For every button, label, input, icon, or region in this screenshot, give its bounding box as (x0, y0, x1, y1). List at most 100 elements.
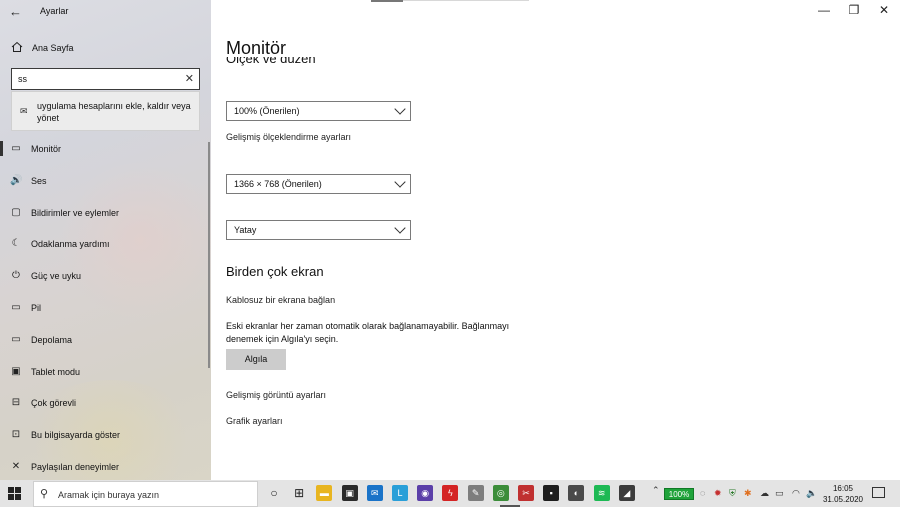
sidebar-item-label: Ses (31, 175, 47, 186)
wifi-icon[interactable]: ◠ (792, 488, 800, 499)
search-icon: ⚲ (40, 488, 49, 500)
l-app-icon[interactable]: L (392, 485, 408, 501)
cloud-icon[interactable]: ☁ (760, 488, 769, 499)
misc-app-icon[interactable]: ◢ (618, 485, 635, 501)
settings-search-input[interactable]: ss ✕ (11, 68, 200, 90)
clear-search-icon[interactable]: ✕ (185, 72, 194, 85)
tray-puzzle-icon[interactable]: ✱ (744, 488, 752, 499)
tray-battery-icon[interactable]: ▭ (775, 488, 784, 499)
scale-layout-heading: Ölçek ve düzen (226, 57, 316, 66)
chevron-down-icon (394, 103, 406, 115)
tray-overflow-chevron-icon[interactable]: ⌃ (652, 485, 660, 496)
sidebar-item-pil[interactable]: ▭ Pil (0, 299, 211, 331)
shield-icon[interactable]: ⛨ (729, 488, 736, 499)
sidebar-item-depolama[interactable]: ▭ Depolama (0, 331, 211, 363)
sidebar-item-label: Bildirimler ve eylemler (31, 207, 120, 218)
notification-icon: ▢ (11, 206, 21, 218)
wireless-display-link[interactable]: Kablosuz bir ekrana bağlan (226, 295, 335, 305)
flash-icon[interactable]: ϟ (442, 485, 459, 501)
title-bar: ← Ayarlar (0, 4, 211, 20)
volume-icon[interactable]: 🔈 (806, 488, 817, 499)
spotify-icon[interactable]: ≋ (593, 485, 610, 501)
purple-app-icon[interactable]: ◉ (417, 485, 434, 501)
home-nav-item[interactable]: Ana Sayfa (0, 40, 211, 58)
power-icon: ⏻ (12, 270, 20, 282)
sidebar-nav-list: ▭ Monitör 🔊 Ses ▢ Bildirimler ve eylemler ☾ Oda… (0, 140, 211, 480)
clock[interactable]: 16:05 31.05.2020 (822, 483, 864, 505)
detect-description: Eski ekranlar her zaman otomatik olarak … (226, 321, 510, 344)
sidebar-item-paylaşılan-deneyimler[interactable]: ✕ Paylaşılan deneyimler (0, 458, 211, 480)
battery-icon: ▭ (11, 301, 21, 313)
search-suggestion-item[interactable]: ✉ uygulama hesaplarını ekle, kaldır veya… (11, 91, 200, 131)
battery-percent-indicator[interactable]: 100% (664, 488, 694, 500)
orientation-dropdown[interactable]: Yatay (226, 220, 411, 240)
taskbar-search-box[interactable]: ⚲ Aramak için buraya yazın (33, 481, 258, 507)
moon-icon: ☾ (11, 238, 21, 250)
tray-app-icon[interactable]: ◌ (700, 488, 705, 498)
mail-account-icon: ✉ (20, 106, 28, 116)
sidebar-item-bildirimler-ve-eylemler[interactable]: ▢ Bildirimler ve eylemler (0, 204, 211, 236)
task-view-icon[interactable]: ⊞ (291, 485, 307, 501)
resolution-dropdown[interactable]: 1366 × 768 (Önerilen) (226, 174, 411, 194)
sidebar-item-monitör[interactable]: ▭ Monitör (0, 140, 211, 172)
minimize-button[interactable]: — (816, 2, 832, 18)
main-content: — ❐ ✕ Monitör Ölçek ve düzen 100% (Öneri… (211, 0, 900, 480)
store-icon[interactable]: ▣ (341, 485, 358, 501)
media-icon[interactable]: ◐ (568, 485, 585, 501)
tray-virus-icon[interactable]: ✹ (714, 488, 722, 499)
sidebar-item-label: Odaklanma yardımı (31, 239, 110, 250)
terminal-icon[interactable]: ▪ (543, 485, 560, 501)
sidebar-item-label: Güç ve uyku (31, 271, 82, 282)
scale-value: 100% (Önerilen) (234, 106, 300, 116)
restore-button[interactable]: ❐ (846, 2, 862, 18)
tablet-icon: ▣ (11, 365, 21, 377)
multi-display-heading: Birden çok ekran (226, 264, 324, 279)
start-button[interactable] (8, 487, 21, 500)
sidebar-item-ses[interactable]: 🔊 Ses (0, 172, 211, 204)
app-title: Ayarlar (40, 6, 69, 16)
scale-dropdown[interactable]: 100% (Önerilen) (226, 101, 411, 121)
page-title: Monitör (226, 38, 287, 58)
home-icon (11, 41, 23, 52)
clock-time: 16:05 (832, 484, 854, 493)
monitor-icon: ▭ (11, 143, 21, 154)
graphics-settings-link[interactable]: Grafik ayarları (226, 416, 283, 426)
sidebar-item-odaklanma-yardımı[interactable]: ☾ Odaklanma yardımı (0, 235, 211, 267)
advanced-display-link[interactable]: Gelişmiş görüntü ayarları (226, 390, 326, 400)
chevron-down-icon (394, 176, 406, 188)
sidebar-item-tablet-modu[interactable]: ▣ Tablet modu (0, 363, 211, 395)
taskbar: ⚲ Aramak için buraya yazın ○ ⊞ ▬ ▣ ✉ L ◉ ϟ ✎ ◎ ✂ ▪ ◐… (0, 480, 900, 507)
suggestion-text: uygulama hesaplarını ekle, kaldır veya y… (37, 101, 191, 123)
snipping-icon[interactable]: ✂ (518, 485, 534, 501)
back-arrow-icon[interactable]: ← (9, 4, 22, 19)
shared-experiences-icon: ✕ (11, 460, 21, 472)
sidebar-item-çok-görevli[interactable]: ⊟ Çok görevli (0, 394, 211, 426)
notification-center-icon[interactable] (872, 487, 885, 498)
speaker-icon: 🔊 (10, 174, 23, 186)
cortana-icon[interactable]: ○ (266, 485, 282, 501)
chrome-icon[interactable]: ◎ (492, 485, 509, 501)
multitask-icon: ⊟ (11, 397, 21, 409)
top-divider-accent (371, 0, 403, 2)
clock-date: 31.05.2020 (822, 495, 864, 504)
search-value: ss (18, 74, 27, 84)
chevron-down-icon (394, 222, 406, 234)
advanced-scaling-link[interactable]: Gelişmiş ölçeklendirme ayarları (226, 132, 351, 142)
tool-icon[interactable]: ✎ (467, 485, 484, 501)
close-button[interactable]: ✕ (876, 2, 892, 18)
sidebar-scrollbar[interactable] (208, 142, 210, 368)
home-label: Ana Sayfa (32, 43, 74, 53)
sidebar-item-label: Bu bilgisayarda göster (31, 430, 121, 441)
taskbar-search-placeholder: Aramak için buraya yazın (58, 490, 160, 500)
settings-sidebar: ← Ayarlar Ana Sayfa ss ✕ ✉ uygulama hesa… (0, 0, 211, 480)
sidebar-item-bu-bilgisayarda-göster[interactable]: ⊡ Bu bilgisayarda göster (0, 426, 211, 458)
detect-button[interactable]: Algıla (226, 349, 286, 370)
sidebar-item-güç-ve-uyku[interactable]: ⏻ Güç ve uyku (0, 267, 211, 299)
sidebar-item-label: Pil (31, 302, 42, 313)
sidebar-item-label: Paylaşılan deneyimler (31, 461, 120, 472)
sidebar-item-label: Çok görevli (31, 398, 77, 409)
file-explorer-icon[interactable]: ▬ (316, 485, 333, 501)
resolution-value: 1366 × 768 (Önerilen) (234, 179, 322, 189)
sidebar-item-label: Depolama (31, 334, 73, 345)
mail-icon[interactable]: ✉ (366, 485, 383, 501)
